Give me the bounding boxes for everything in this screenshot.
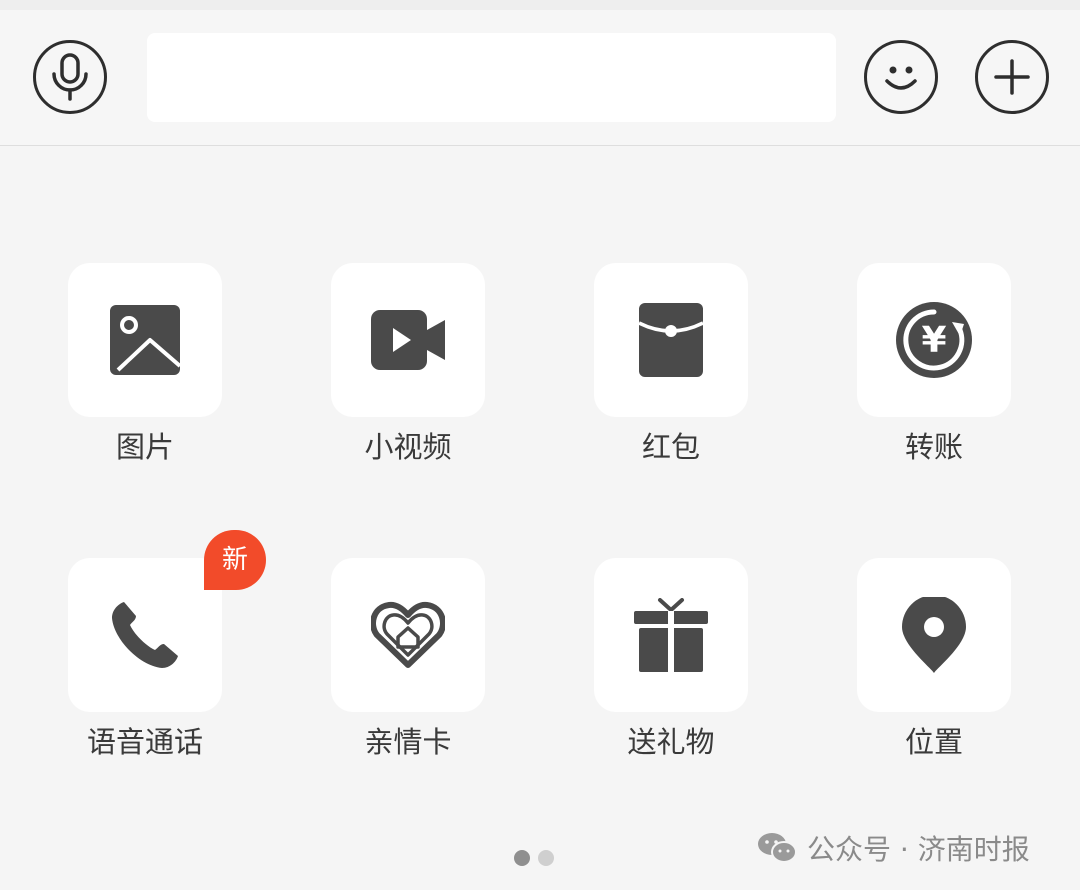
- action-location[interactable]: 位置: [857, 558, 1011, 759]
- watermark: 公众号 · 济南时报: [757, 828, 1030, 868]
- emoji-button[interactable]: [864, 40, 938, 114]
- yuan-transfer-icon: ¥: [896, 302, 972, 378]
- new-badge: 新: [204, 530, 266, 590]
- message-input[interactable]: [147, 33, 836, 122]
- red-packet-icon: [639, 303, 703, 377]
- top-strip: [0, 0, 1080, 10]
- gift-icon: [634, 598, 708, 672]
- action-family-card-tile: [331, 558, 485, 712]
- action-voice-call-label: 语音通话: [86, 725, 203, 759]
- action-image-tile: [68, 263, 222, 417]
- location-pin-icon: [902, 597, 966, 673]
- action-video-tile: [331, 263, 485, 417]
- voice-input-button[interactable]: [33, 40, 107, 114]
- wechat-icon: [758, 833, 797, 863]
- action-red-packet-label: 红包: [641, 430, 700, 464]
- page-indicator[interactable]: [514, 850, 554, 866]
- action-gift[interactable]: 送礼物: [594, 558, 748, 759]
- action-family-card-label: 亲情卡: [364, 725, 452, 759]
- plus-icon: [994, 59, 1030, 95]
- action-location-tile: [857, 558, 1011, 712]
- action-video-label: 小视频: [364, 430, 452, 464]
- action-transfer[interactable]: ¥ 转账: [857, 263, 1011, 464]
- action-red-packet[interactable]: 红包: [594, 263, 748, 464]
- action-transfer-label: 转账: [904, 430, 963, 464]
- action-family-card[interactable]: 亲情卡: [331, 558, 485, 759]
- action-transfer-tile: ¥: [857, 263, 1011, 417]
- smiley-icon: [885, 66, 917, 90]
- action-location-label: 位置: [904, 725, 963, 759]
- microphone-icon: [52, 53, 88, 101]
- page-dot-2[interactable]: [538, 850, 554, 866]
- action-voice-call-tile: [68, 558, 222, 712]
- chat-input-bar: [0, 10, 1080, 146]
- heart-home-icon: [371, 601, 445, 668]
- image-icon: [110, 305, 181, 375]
- phone-icon: [112, 602, 178, 668]
- page-dot-1[interactable]: [514, 850, 530, 866]
- more-actions-button[interactable]: [975, 40, 1049, 114]
- video-camera-icon: [371, 310, 445, 370]
- action-red-packet-tile: [594, 263, 748, 417]
- action-gift-label: 送礼物: [627, 725, 715, 759]
- action-gift-tile: [594, 558, 748, 712]
- watermark-text: 公众号 · 济南时报: [807, 833, 1030, 866]
- action-image-label: 图片: [115, 430, 174, 464]
- action-image[interactable]: 图片: [68, 263, 222, 464]
- action-voice-call[interactable]: 语音通话: [68, 558, 222, 759]
- svg-text:¥: ¥: [921, 320, 946, 361]
- action-video[interactable]: 小视频: [331, 263, 485, 464]
